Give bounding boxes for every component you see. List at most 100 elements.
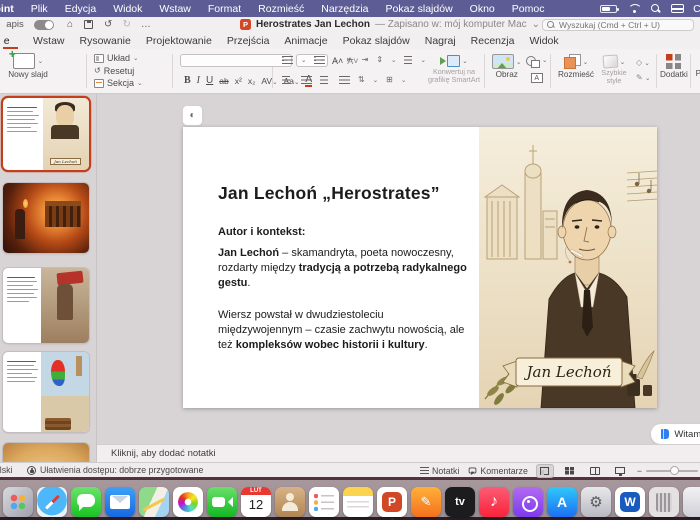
align-right-button[interactable] <box>320 75 331 84</box>
welcome-panel-button[interactable]: Witamy <box>651 424 700 444</box>
wifi-icon[interactable] <box>628 4 643 13</box>
shapes-button[interactable]: ⌄ <box>526 56 547 68</box>
tab-glowne[interactable]: Główne <box>3 32 18 49</box>
strikethrough-button[interactable]: ab <box>219 76 228 86</box>
thumbnail-slide-5[interactable] <box>3 443 89 462</box>
increase-indent-button[interactable]: ⇥ <box>362 55 369 64</box>
tab-pokaz-slajdow[interactable]: Pokaz slajdów <box>343 32 410 49</box>
reset-button[interactable]: ↺ Resetuj <box>94 66 142 76</box>
slide-paragraph-2[interactable]: Wiersz powstał w dwudziestoleciu międzyw… <box>218 308 470 354</box>
bullets-button[interactable] <box>282 55 293 64</box>
justify-button[interactable] <box>339 75 350 84</box>
dock-appstore-icon[interactable]: A <box>547 486 577 517</box>
bold-button[interactable]: B <box>184 75 191 86</box>
shape-fill-button[interactable]: ◇ ⌄ <box>636 58 650 67</box>
thumbnail-slide-1[interactable]: Jan Lechoń <box>3 98 89 170</box>
slide-heading[interactable]: Autor i kontekst: <box>218 226 470 238</box>
character-spacing-button[interactable]: AV⌄ <box>261 76 277 86</box>
menu-format[interactable]: Format <box>208 3 241 15</box>
dock-partial-icon[interactable] <box>683 486 700 517</box>
quick-styles-button[interactable]: ⌄ Szybkie style <box>596 54 632 85</box>
menu-narzedzia[interactable]: Narzędzia <box>321 3 368 15</box>
underline-button[interactable]: U <box>206 75 213 86</box>
slideshow-button[interactable] <box>612 465 628 477</box>
zoom-slider[interactable] <box>646 466 698 475</box>
shape-outline-button[interactable]: ✎ ⌄ <box>636 73 650 82</box>
picture-button[interactable]: ⌄ Obraz <box>492 54 521 79</box>
dock-podcasts-icon[interactable] <box>513 486 543 517</box>
decrease-indent-button[interactable]: ⇤ <box>347 55 354 64</box>
autosave-toggle[interactable] <box>34 19 54 30</box>
comments-toggle-button[interactable]: Komentarze <box>468 466 528 476</box>
redo-icon[interactable]: ↻ <box>122 19 130 30</box>
numbering-button[interactable] <box>314 55 326 64</box>
tab-projektowanie[interactable]: Projektowanie <box>146 32 212 49</box>
tab-widok[interactable]: Widok <box>529 32 558 49</box>
subscript-button[interactable]: x₂ <box>248 76 256 86</box>
zoom-control[interactable]: − <box>637 466 698 476</box>
arrange-button[interactable]: ⌄ Rozmieść <box>558 54 594 79</box>
normal-view-button[interactable] <box>536 464 553 477</box>
menu-plik[interactable]: Plik <box>31 3 48 15</box>
designer-button[interactable]: Projektant <box>694 54 700 78</box>
addins-button[interactable]: Dodatki <box>660 54 688 79</box>
menu-wstaw[interactable]: Wstaw <box>159 3 191 15</box>
dock-word-icon[interactable]: W <box>615 486 645 517</box>
menu-okno[interactable]: Okno <box>470 3 495 15</box>
tab-wstaw[interactable]: Wstaw <box>33 32 65 49</box>
dock-safari-icon[interactable] <box>37 486 67 517</box>
dock-calendar-icon[interactable]: LUT 12 <box>241 486 271 517</box>
align-center-button[interactable] <box>301 75 312 84</box>
more-commands-icon[interactable]: … <box>141 19 151 30</box>
jan-lechon-portrait-illustration[interactable]: Jan Lechoń <box>479 127 657 408</box>
font-name-combo[interactable] <box>180 54 292 67</box>
section-button[interactable]: Sekcja ⌄ <box>94 78 142 88</box>
title-chevron-down-icon[interactable]: ⌄ <box>532 19 540 30</box>
text-direction-button[interactable]: ⇅ <box>358 75 365 84</box>
superscript-button[interactable]: x² <box>235 76 242 86</box>
slide-thumbnail-panel[interactable]: Jan Lechoń <box>0 94 97 462</box>
control-center-icon[interactable] <box>671 4 685 13</box>
slide-sorter-view-button[interactable] <box>562 465 578 477</box>
language-indicator[interactable]: Polski <box>0 465 17 475</box>
save-icon[interactable] <box>84 20 94 29</box>
slide-title[interactable]: Jan Lechoń „Herostrates” <box>218 183 470 204</box>
slide-editing-surface[interactable]: Jan Lechoń „Herostrates” Autor i konteks… <box>183 127 657 408</box>
dock-notes-icon[interactable] <box>343 486 373 517</box>
tab-rysowanie[interactable]: Rysowanie <box>80 32 131 49</box>
dock-music-icon[interactable]: ♪ <box>479 486 509 517</box>
dock-launchpad-icon[interactable] <box>3 486 33 517</box>
thumbnail-slide-4[interactable] <box>3 352 89 432</box>
menu-edycja[interactable]: Edycja <box>65 3 97 15</box>
menu-clock[interactable]: Cz <box>693 3 700 15</box>
dock-messages-icon[interactable] <box>71 486 101 517</box>
slide-text-placeholder[interactable]: Jan Lechoń „Herostrates” Autor i konteks… <box>218 183 470 369</box>
layout-button[interactable]: Układ ⌄ <box>94 53 142 63</box>
dock-appletv-icon[interactable]: tv <box>445 486 475 517</box>
line-spacing-button[interactable]: ⇕ <box>376 55 383 64</box>
text-box-button[interactable]: A <box>530 73 543 83</box>
dock-powerpoint-icon[interactable]: P <box>377 486 407 517</box>
dock-reminders-icon[interactable] <box>309 486 339 517</box>
dock-trash-icon[interactable] <box>649 486 679 517</box>
dock-maps-icon[interactable] <box>139 486 169 517</box>
document-title-area[interactable]: P Herostrates Jan Lechon — Zapisano w: m… <box>240 17 540 32</box>
tab-recenzja[interactable]: Recenzja <box>471 32 515 49</box>
tab-nagraj[interactable]: Nagraj <box>425 32 456 49</box>
dock-photos-icon[interactable] <box>173 486 203 517</box>
menu-rozmiesc[interactable]: Rozmieść <box>258 3 304 15</box>
dock-settings-icon[interactable]: ⚙ <box>581 486 611 517</box>
dock-mail-icon[interactable] <box>105 486 135 517</box>
tab-animacje[interactable]: Animacje <box>284 32 327 49</box>
accessibility-status[interactable]: Ułatwienia dostępu: dobrze przygotowane <box>40 465 203 475</box>
spotlight-search-icon[interactable] <box>651 4 660 13</box>
tab-przejscia[interactable]: Przejścia <box>227 32 270 49</box>
smartart-button[interactable]: ⌄ Konwertuj na grafikę SmartArt <box>424 54 484 84</box>
dock-pages-icon[interactable]: ✎ <box>411 486 441 517</box>
dock-facetime-icon[interactable] <box>207 486 237 517</box>
thumbnail-slide-2[interactable] <box>3 183 89 253</box>
design-ideas-button[interactable]: ◐ <box>183 106 202 125</box>
zoom-out-button[interactable]: − <box>637 466 642 476</box>
align-text-button[interactable]: ⊞ <box>386 75 393 84</box>
reading-view-button[interactable] <box>587 465 603 477</box>
